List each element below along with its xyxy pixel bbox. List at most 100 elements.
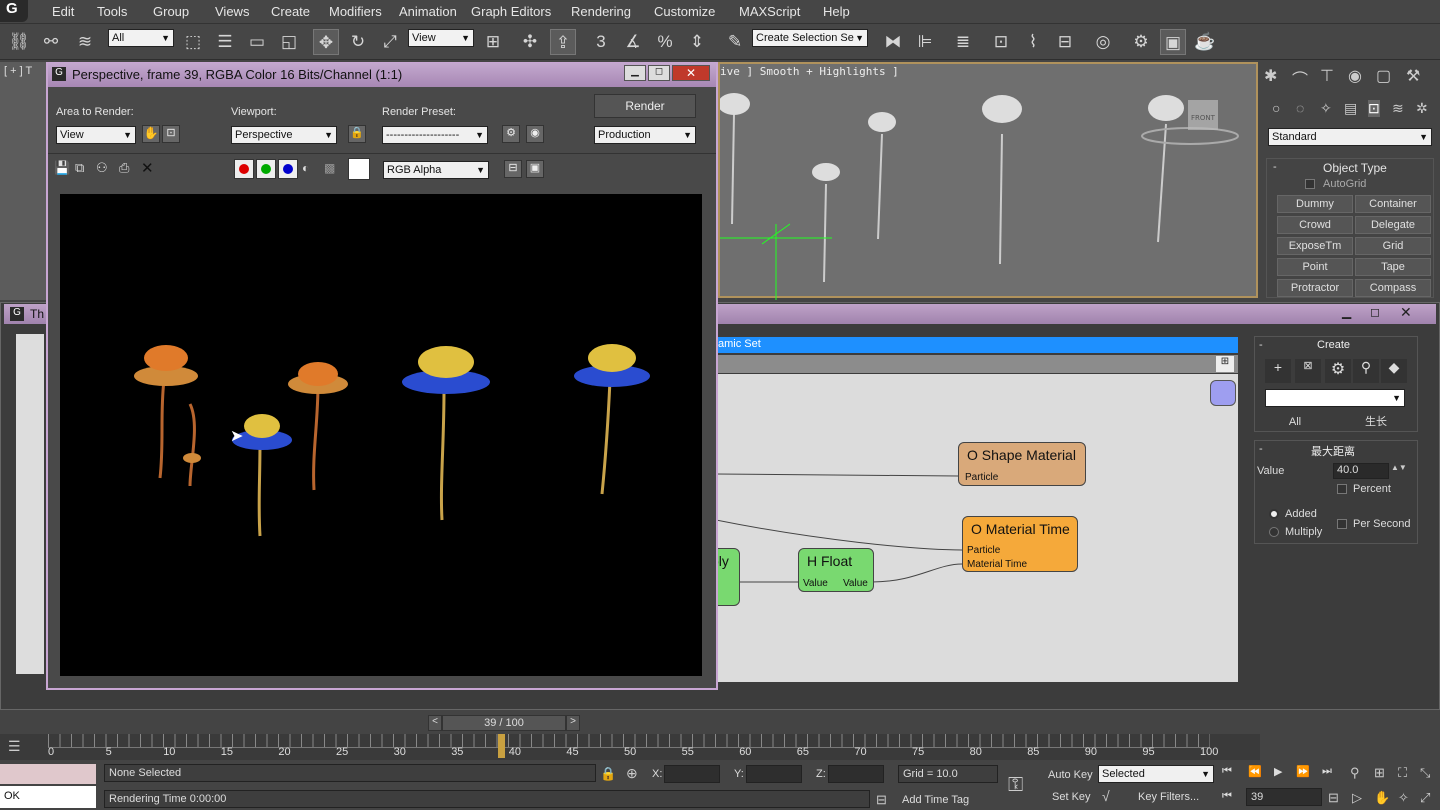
menu-help[interactable]: Help bbox=[823, 4, 850, 19]
mirror-icon[interactable]: ⧓ bbox=[880, 29, 906, 55]
add-operator-icon[interactable]: + bbox=[1265, 359, 1291, 383]
schematic-view-icon[interactable]: ⊟ bbox=[1052, 29, 1078, 55]
edit-named-selection-icon[interactable]: ✎ bbox=[722, 29, 748, 55]
clone-window-icon[interactable]: ⚇ bbox=[96, 160, 108, 176]
green-channel-button[interactable] bbox=[256, 159, 276, 179]
utilities-tab-icon[interactable]: ⚒ bbox=[1406, 66, 1420, 86]
rendered-frame-title-bar[interactable]: G Perspective, frame 39, RGBA Color 16 B… bbox=[48, 63, 716, 87]
settings-icon[interactable]: ⚙ bbox=[1325, 359, 1351, 383]
viewport-dropdown[interactable]: Perspective ▼ bbox=[231, 126, 337, 144]
create-tab-icon[interactable]: ✱ bbox=[1264, 66, 1277, 86]
node-in-port[interactable]: Value bbox=[803, 578, 828, 589]
key-icon[interactable]: ⚿ bbox=[1008, 774, 1023, 797]
auto-key-button[interactable]: Auto Key bbox=[1048, 769, 1093, 781]
zoom-all-icon[interactable]: ⊞ bbox=[1374, 765, 1385, 781]
close-icon[interactable]: ✕ bbox=[1400, 304, 1412, 321]
space-warps-icon[interactable]: ≋ bbox=[1392, 100, 1404, 117]
render-setup-icon[interactable]: ⚙ bbox=[502, 125, 520, 143]
y-coordinate-field[interactable] bbox=[746, 765, 802, 783]
modify-tab-icon[interactable]: ⌒ bbox=[1292, 66, 1308, 90]
select-by-name-icon[interactable]: ☰ bbox=[212, 29, 238, 55]
rotate-icon[interactable]: ↻ bbox=[345, 29, 371, 55]
render-button[interactable]: Render bbox=[594, 94, 696, 118]
rollout-collapse-icon[interactable]: - bbox=[1273, 161, 1277, 173]
protractor-button[interactable]: Protractor bbox=[1277, 279, 1353, 297]
current-frame-field[interactable]: 39 bbox=[1246, 788, 1322, 806]
time-tag-icon[interactable]: ⊟ bbox=[876, 792, 887, 808]
node-port[interactable]: Particle bbox=[967, 545, 1000, 556]
motion-tab-icon[interactable]: ◉ bbox=[1348, 66, 1362, 86]
rollout-collapse-icon[interactable]: - bbox=[1259, 339, 1263, 351]
node-port[interactable]: Material Time bbox=[967, 559, 1027, 570]
render-setup-icon[interactable]: ⚙ bbox=[1128, 29, 1154, 55]
select-manipulate-icon[interactable]: ✣ bbox=[517, 29, 543, 55]
z-coordinate-field[interactable] bbox=[828, 765, 884, 783]
hand-pan-icon[interactable]: ✋ bbox=[1374, 790, 1390, 806]
layer-manager-icon[interactable]: ≣ bbox=[950, 29, 976, 55]
node-canvas[interactable]: O Shape Material Particle O Material Tim… bbox=[711, 374, 1238, 682]
unlink-icon[interactable]: ⚯ bbox=[38, 29, 64, 55]
absolute-mode-icon[interactable]: ⊕ bbox=[626, 765, 638, 782]
time-slider[interactable]: 39 / 100 bbox=[442, 715, 566, 731]
align-icon[interactable]: ⊫ bbox=[912, 29, 938, 55]
named-selection-dropdown[interactable]: Create Selection Se ▼ bbox=[752, 29, 868, 47]
x-coordinate-field[interactable] bbox=[664, 765, 720, 783]
percent-snap-icon[interactable]: % bbox=[652, 29, 678, 55]
move-icon[interactable]: ✥ bbox=[313, 29, 339, 55]
zoom-extents-all-icon[interactable]: ⤡ bbox=[1420, 765, 1430, 781]
key-mode-dropdown[interactable]: Selected ▼ bbox=[1098, 765, 1214, 783]
display-tab-icon[interactable]: ▢ bbox=[1376, 66, 1391, 86]
cameras-icon[interactable]: ▤ bbox=[1344, 100, 1357, 117]
goto-start-icon[interactable]: ⏮ bbox=[1222, 765, 1232, 778]
add-time-tag-button[interactable]: Add Time Tag bbox=[902, 794, 969, 806]
left-viewport-label[interactable]: [ + ] T bbox=[4, 65, 32, 77]
environment-icon[interactable]: ◉ bbox=[526, 125, 544, 143]
toggle-ui-icon[interactable]: ▣ bbox=[526, 160, 544, 178]
tab-grow[interactable]: 生长 bbox=[1335, 413, 1417, 431]
menu-edit[interactable]: Edit bbox=[52, 4, 74, 19]
menu-graph-editors[interactable]: Graph Editors bbox=[471, 4, 551, 19]
zoom-extents-icon[interactable]: ⛶ bbox=[1398, 765, 1407, 781]
rendered-frame-window-icon[interactable]: ▣ bbox=[1160, 29, 1186, 55]
next-key-icon[interactable]: ⏩ bbox=[1296, 765, 1310, 778]
key-tangent-icon[interactable]: √ bbox=[1102, 788, 1110, 804]
toggle-ui-overlay-icon[interactable]: ⊟ bbox=[504, 160, 522, 178]
front-viewcube-label[interactable]: FRONT bbox=[1191, 114, 1216, 122]
menu-group[interactable]: Group bbox=[153, 4, 189, 19]
compass-button[interactable]: Compass bbox=[1355, 279, 1431, 297]
search-icon[interactable]: ⚲ bbox=[1353, 359, 1379, 383]
exposetm-button[interactable]: ExposeTm bbox=[1277, 237, 1353, 255]
track-bar[interactable]: ☰ 0 5 10 15 20 25 30 35 40 45 50 55 60 65 70 75 80 85 90 95… bbox=[0, 734, 1260, 760]
node-stub[interactable] bbox=[1210, 380, 1236, 406]
channel-dropdown[interactable]: RGB Alpha ▼ bbox=[383, 161, 489, 179]
systems-icon[interactable]: ✲ bbox=[1416, 100, 1428, 117]
maximize-icon[interactable]: ◻ bbox=[1370, 305, 1380, 319]
graphite-tools-icon[interactable]: ⊡ bbox=[988, 29, 1014, 55]
copy-image-icon[interactable]: ⧉ bbox=[75, 160, 84, 176]
hierarchy-tab-icon[interactable]: ⊤ bbox=[1320, 66, 1334, 86]
tape-button[interactable]: Tape bbox=[1355, 258, 1431, 276]
maxscript-listener-pink[interactable] bbox=[0, 764, 96, 784]
menu-tools[interactable]: Tools bbox=[97, 4, 127, 19]
spinner-snap-icon[interactable]: ⇕ bbox=[684, 29, 710, 55]
keyboard-shortcut-icon[interactable]: ⇪ bbox=[550, 29, 576, 55]
app-logo[interactable]: G bbox=[0, 0, 28, 22]
rollout-collapse-icon[interactable]: - bbox=[1259, 443, 1263, 455]
monochrome-icon[interactable]: ▩ bbox=[324, 161, 335, 175]
shapes-icon[interactable]: ◌ bbox=[1296, 100, 1304, 116]
geometry-icon[interactable]: ○ bbox=[1272, 100, 1280, 116]
navigator-icon[interactable]: ⊞ bbox=[1216, 356, 1234, 372]
node-out-port[interactable]: Value bbox=[843, 578, 868, 589]
render-preset-dropdown[interactable]: -------------------- ▼ bbox=[382, 126, 488, 144]
auto-region-icon[interactable]: ⊡ bbox=[162, 125, 180, 143]
shape-material-node[interactable]: O Shape Material Particle bbox=[958, 442, 1086, 486]
menu-modifiers[interactable]: Modifiers bbox=[329, 4, 382, 19]
spinner-icon[interactable]: ▲▼ bbox=[1391, 463, 1407, 472]
material-editor-icon[interactable]: ◎ bbox=[1090, 29, 1116, 55]
maxscript-output[interactable]: OK bbox=[0, 786, 96, 808]
key-mode-toggle-icon[interactable]: ⏮ bbox=[1222, 790, 1232, 803]
node-port[interactable]: Particle bbox=[965, 472, 998, 483]
blue-channel-button[interactable] bbox=[278, 159, 298, 179]
scale-icon[interactable]: ⤢ bbox=[377, 29, 403, 55]
menu-customize[interactable]: Customize bbox=[654, 4, 715, 19]
